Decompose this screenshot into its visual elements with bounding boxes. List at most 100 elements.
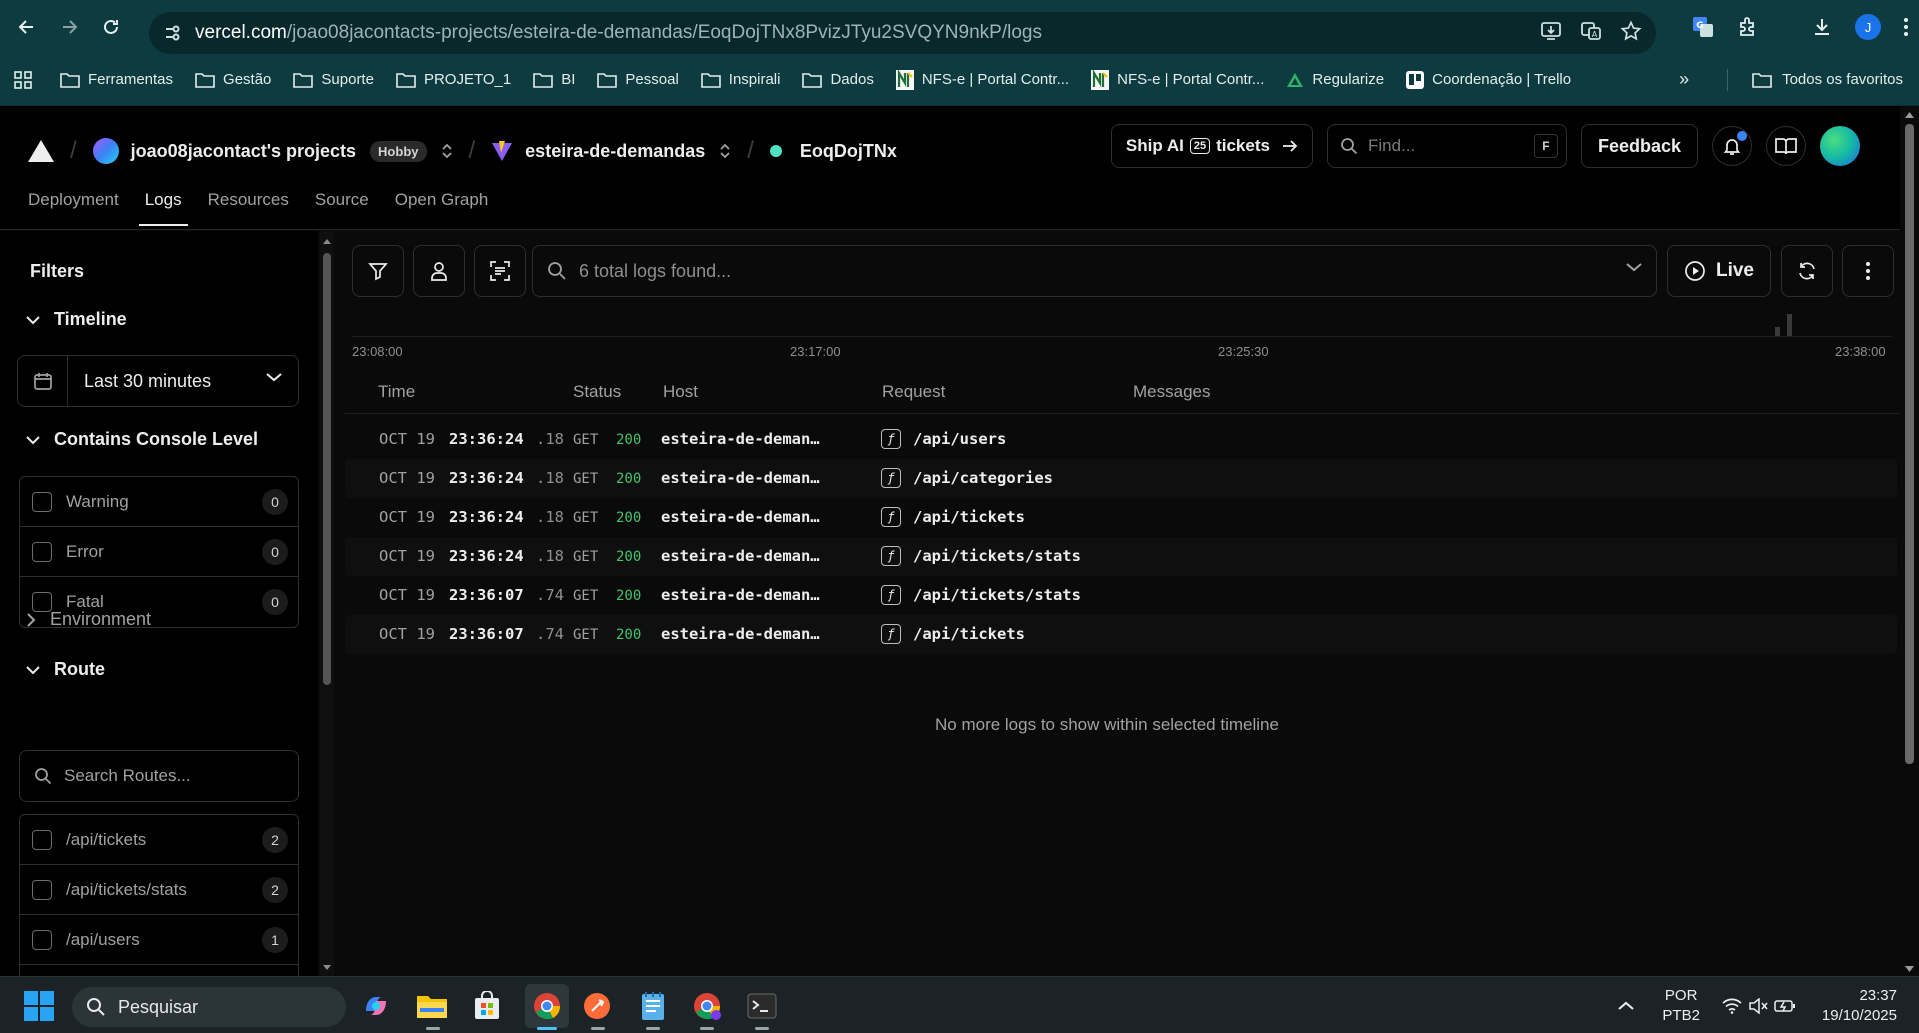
column-header-messages[interactable]: Messages [1133,382,1210,402]
project-switcher-icon[interactable] [719,142,731,160]
wifi-icon[interactable] [1722,998,1742,1014]
bookmark-item[interactable]: Ferramentas [60,71,173,88]
route-filter-item[interactable]: /api/tickets 2 [20,815,298,865]
console-level-item[interactable]: Error 0 [20,527,298,577]
tab-logs[interactable]: Logs [138,190,188,226]
route-filter-item[interactable] [20,965,298,976]
volume-muted-icon[interactable] [1748,997,1768,1014]
console-level-item[interactable]: Warning 0 [20,477,298,527]
browser-menu-icon[interactable] [1903,17,1909,37]
checkbox[interactable] [32,929,52,950]
vercel-logo-icon[interactable] [28,140,54,162]
tab-resources[interactable]: Resources [208,190,289,226]
checkbox[interactable] [32,541,52,562]
ship-ai-button[interactable]: Ship AI 25 tickets [1110,124,1313,168]
language-indicator[interactable]: POR PTB2 [1662,986,1700,1026]
timeline-select[interactable]: Last 30 minutes [17,355,299,407]
log-row[interactable]: OCT 19 23:36:24 .18 GET 200 esteira-de-deman…… [345,498,1897,537]
column-header-time[interactable]: Time [378,382,415,402]
chrome-app-icon[interactable] [525,984,569,1028]
bookmark-item[interactable]: Dados [802,71,874,88]
logs-histogram[interactable]: 23:08:00 23:17:00 23:25:30 23:38:00 [352,310,1892,360]
battery-icon[interactable] [1774,998,1796,1014]
route-filter-item[interactable]: /api/users 1 [20,915,298,965]
notifications-button[interactable] [1712,126,1752,166]
taskbar-search[interactable]: Pesquisar [72,987,346,1027]
extensions-puzzle-icon[interactable] [1737,16,1759,38]
feedback-button[interactable]: Feedback [1580,124,1698,168]
console-level-section-toggle[interactable]: Contains Console Level [26,429,258,450]
copilot-app-icon[interactable] [359,989,393,1023]
environment-section-toggle[interactable]: Environment [26,609,151,630]
bookmark-star-icon[interactable] [1620,20,1642,42]
bookmark-item[interactable]: Coordenação | Trello [1406,70,1571,89]
column-header-status[interactable]: Status [573,382,621,402]
tab-source[interactable]: Source [315,190,369,226]
postman-app-icon[interactable] [580,989,614,1023]
bookmark-item[interactable]: NFS-e | Portal Contr... [895,69,1069,90]
scan-button[interactable] [474,245,526,297]
route-filter-item[interactable]: /api/tickets/stats 2 [20,865,298,915]
chrome-profile-app-icon[interactable] [690,989,724,1023]
downloads-icon[interactable] [1811,16,1833,38]
bookmark-item[interactable]: Gestão [195,71,271,88]
log-row[interactable]: OCT 19 23:36:07 .74 GET 200 esteira-de-deman…… [345,576,1897,615]
apps-grid-icon[interactable] [14,70,32,89]
chevron-down-icon[interactable] [1626,262,1642,272]
timeline-section-toggle[interactable]: Timeline [26,309,127,330]
log-row[interactable]: OCT 19 23:36:24 .18 GET 200 esteira-de-deman…… [345,537,1897,576]
bookmark-item[interactable]: Regularize [1286,71,1384,88]
find-input[interactable]: Find... F [1326,124,1567,168]
chevron-up-icon[interactable] [1618,1001,1635,1011]
bookmarks-overflow-icon[interactable]: » [1679,69,1689,90]
bookmark-item[interactable]: Inspirali [700,71,780,88]
site-info-icon[interactable] [163,24,181,42]
route-section-toggle[interactable]: Route [26,659,105,680]
bookmark-item[interactable]: NFS-e | Portal Contr... [1091,69,1264,90]
profile-avatar[interactable]: J [1855,14,1881,40]
bookmark-item[interactable]: BI [533,71,575,88]
checkbox[interactable] [32,491,52,512]
system-clock[interactable]: 23:37 19/10/2025 [1822,986,1897,1026]
bookmark-item[interactable]: Pessoal [597,71,679,88]
team-switcher-icon[interactable] [441,142,453,160]
checkbox[interactable] [32,829,52,850]
column-header-host[interactable]: Host [663,382,698,402]
sidebar-scrollbar[interactable] [320,231,334,976]
project-name[interactable]: esteira-de-demandas [525,141,705,162]
log-row[interactable]: OCT 19 23:36:07 .74 GET 200 esteira-de-deman…… [345,615,1897,654]
log-row[interactable]: OCT 19 23:36:24 .18 GET 200 esteira-de-deman…… [345,459,1897,498]
file-explorer-app-icon[interactable] [415,989,449,1023]
tab-deployment[interactable]: Deployment [28,190,119,226]
terminal-app-icon[interactable] [745,989,779,1023]
deployment-id[interactable]: EoqDojTNx [800,141,897,162]
tab-open-graph[interactable]: Open Graph [395,190,489,226]
user-avatar[interactable] [1820,126,1860,166]
address-bar[interactable]: vercel.com/joao08jacontacts-projects/est… [149,12,1656,54]
refresh-button[interactable] [1781,245,1833,297]
page-scrollbar[interactable] [1900,106,1919,976]
route-search-input[interactable]: Search Routes... [19,750,299,802]
bookmark-item[interactable]: Suporte [293,71,374,88]
install-app-icon[interactable] [1540,20,1562,42]
notepad-app-icon[interactable] [636,989,670,1023]
log-row[interactable]: OCT 19 23:36:24 .18 GET 200 esteira-de-deman…… [345,420,1897,459]
reload-button[interactable] [96,12,126,42]
checkbox[interactable] [32,879,52,900]
bookmark-item[interactable]: PROJETO_1 [396,71,511,88]
store-app-icon[interactable] [470,989,504,1023]
docs-button[interactable] [1766,126,1806,166]
google-translate-extension-icon[interactable]: G [1691,15,1715,39]
filter-button[interactable] [352,245,404,297]
live-button[interactable]: Live [1667,245,1771,297]
forward-button[interactable] [54,12,84,42]
user-filter-button[interactable] [413,245,465,297]
more-options-button[interactable] [1842,245,1894,297]
windows-start-icon[interactable] [24,991,54,1021]
translate-icon[interactable]: A [1580,20,1602,42]
logs-search-input[interactable]: 6 total logs found... [532,245,1657,297]
column-header-request[interactable]: Request [882,382,945,402]
team-name[interactable]: joao08jacontact's projects [131,141,356,162]
all-bookmarks-link[interactable]: Todos os favoritos [1782,71,1903,88]
back-button[interactable] [12,12,42,42]
